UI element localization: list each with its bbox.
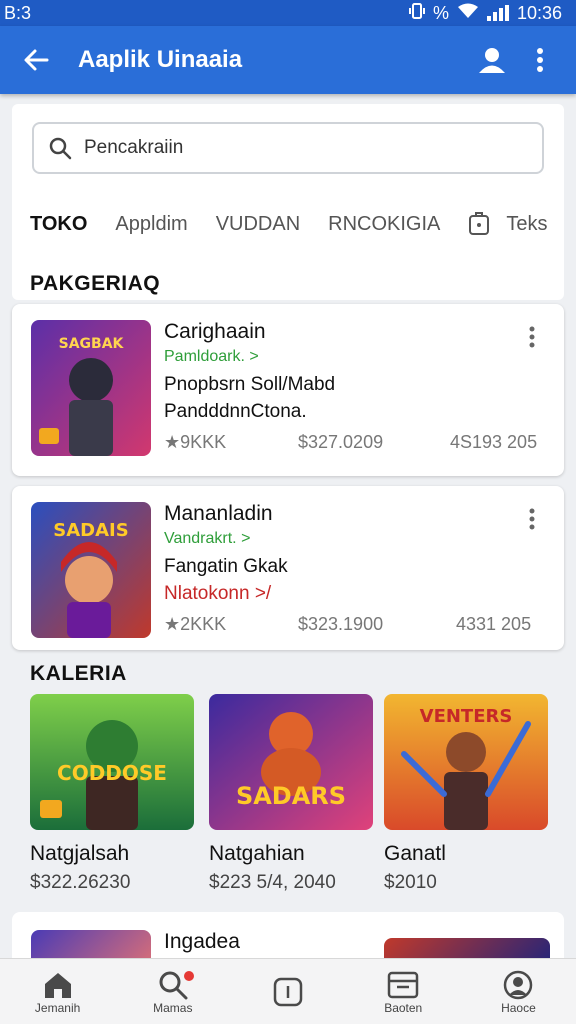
rating: ★2KKK: [164, 614, 227, 634]
app-thumbnail[interactable]: SADAIS: [31, 502, 151, 638]
more-vert-icon: [529, 326, 535, 348]
nav-inbox-label: Baoten: [384, 1000, 423, 1015]
nav-search-label: Mamas: [153, 1000, 193, 1015]
grid-app-price: $2010: [384, 872, 437, 893]
grid-app-item[interactable]: CODDOSE Natgjalsah $322.26230: [30, 694, 194, 894]
back-button[interactable]: [16, 40, 56, 80]
developer-link[interactable]: Vandrakrt. >: [164, 530, 250, 548]
app-description: Pnopbsrn Soll/Mabd: [164, 374, 336, 395]
app-card[interactable]: SADAIS Mananladin Vandrakrt. > Fangatin …: [12, 486, 564, 650]
bottom-navigation: Jemanih Mamas Baoten Haoce: [0, 958, 576, 1024]
svg-text:VENTERS: VENTERS: [420, 706, 513, 727]
search-placeholder: Pencakraiin: [84, 137, 184, 158]
category-tabs: TOKO Appldim VUDDAN RNCOKIGIA Teks: [30, 206, 550, 242]
grid-thumbnail[interactable]: SADARS: [209, 694, 373, 830]
grid-app-price: $223 5/4, 2040: [209, 872, 336, 893]
nav-inbox[interactable]: Baoten: [346, 959, 461, 1024]
tab-info-icon[interactable]: [468, 212, 490, 236]
grid-app-name: Ganatl: [384, 842, 446, 865]
grid-thumbnail[interactable]: VENTERS: [384, 694, 548, 830]
status-time: B:3: [4, 2, 32, 23]
app-subdescription: Nlatokonn >/: [164, 583, 272, 604]
section-title-featured: PAKGERIAQ: [30, 272, 161, 295]
app-thumbnail[interactable]: SAGBAK: [31, 320, 151, 456]
app-name: Ingadea: [164, 930, 240, 953]
app-card[interactable]: SAGBAK Carighaain Pamldoark. > Pnopbsrn …: [12, 304, 564, 476]
nav-home[interactable]: Jemanih: [0, 959, 115, 1024]
notification-badge: [183, 970, 194, 981]
info-icon: [273, 977, 303, 1006]
overflow-menu-button[interactable]: [520, 40, 560, 80]
signal-icon: [486, 5, 509, 21]
app-subdescription: PandddnnCtona.: [164, 401, 307, 422]
search-input[interactable]: Pencakraiin: [32, 122, 544, 174]
svg-text:SADARS: SADARS: [236, 782, 346, 810]
tab-rncokigia[interactable]: RNCOKIGIA: [328, 213, 440, 236]
nav-account-label: Haoce: [501, 1000, 536, 1015]
search-icon: [49, 137, 72, 160]
app-title: Aaplik Uinaaia: [78, 46, 243, 73]
tab-vuddan[interactable]: VUDDAN: [216, 213, 300, 236]
rating: ★9KKK: [164, 432, 227, 452]
arrow-left-icon: [24, 49, 49, 71]
inbox-icon: [387, 971, 419, 998]
nav-home-label: Jemanih: [34, 1000, 81, 1015]
card-menu-button[interactable]: [520, 504, 544, 534]
grid-app-name: Natgjalsah: [30, 842, 130, 865]
more-vert-icon: [529, 508, 535, 530]
grid-app-price: $322.26230: [30, 872, 131, 893]
svg-text:CODDOSE: CODDOSE: [57, 761, 167, 785]
person-icon: [479, 48, 505, 73]
grid-app-name: Natgahian: [209, 842, 305, 865]
developer-link[interactable]: Pamldoark. >: [164, 348, 259, 366]
nav-info[interactable]: [230, 959, 345, 1024]
download-count: 4S193 205: [450, 432, 538, 452]
app-name: Mananladin: [164, 502, 273, 525]
status-clock: 10:36: [516, 2, 562, 23]
tab-teks[interactable]: Teks: [506, 213, 547, 236]
app-description: Fangatin Gkak: [164, 556, 288, 577]
vibrate-icon: [408, 2, 425, 25]
grid-thumbnail[interactable]: CODDOSE: [30, 694, 194, 830]
app-bar: Aaplik Uinaaia: [0, 26, 576, 94]
price: $323.1900: [298, 614, 384, 634]
card-menu-button[interactable]: [520, 322, 544, 352]
svg-text:SADAIS: SADAIS: [53, 520, 128, 541]
account-icon: [504, 970, 533, 999]
account-button[interactable]: [472, 40, 512, 80]
price: $327.0209: [298, 432, 384, 452]
app-name: Carighaain: [164, 320, 266, 343]
section-title-gallery: KALERIA: [30, 662, 127, 685]
status-bar: B:3 % 10:36: [0, 0, 576, 26]
download-count: 4331 205: [456, 614, 532, 634]
grid-app-item[interactable]: VENTERS Ganatl $2010: [384, 694, 548, 894]
wifi-icon: [457, 3, 479, 24]
tab-toko[interactable]: TOKO: [30, 213, 87, 236]
grid-app-item[interactable]: SADARS Natgahian $223 5/4, 2040: [209, 694, 373, 894]
nav-search[interactable]: Mamas: [115, 959, 230, 1024]
home-icon: [44, 972, 71, 998]
nav-account[interactable]: Haoce: [461, 959, 576, 1024]
battery-percent: %: [432, 2, 449, 23]
svg-text:SAGBAK: SAGBAK: [59, 336, 125, 352]
tab-appldim[interactable]: Appldim: [115, 213, 187, 236]
more-vert-icon: [537, 48, 543, 72]
